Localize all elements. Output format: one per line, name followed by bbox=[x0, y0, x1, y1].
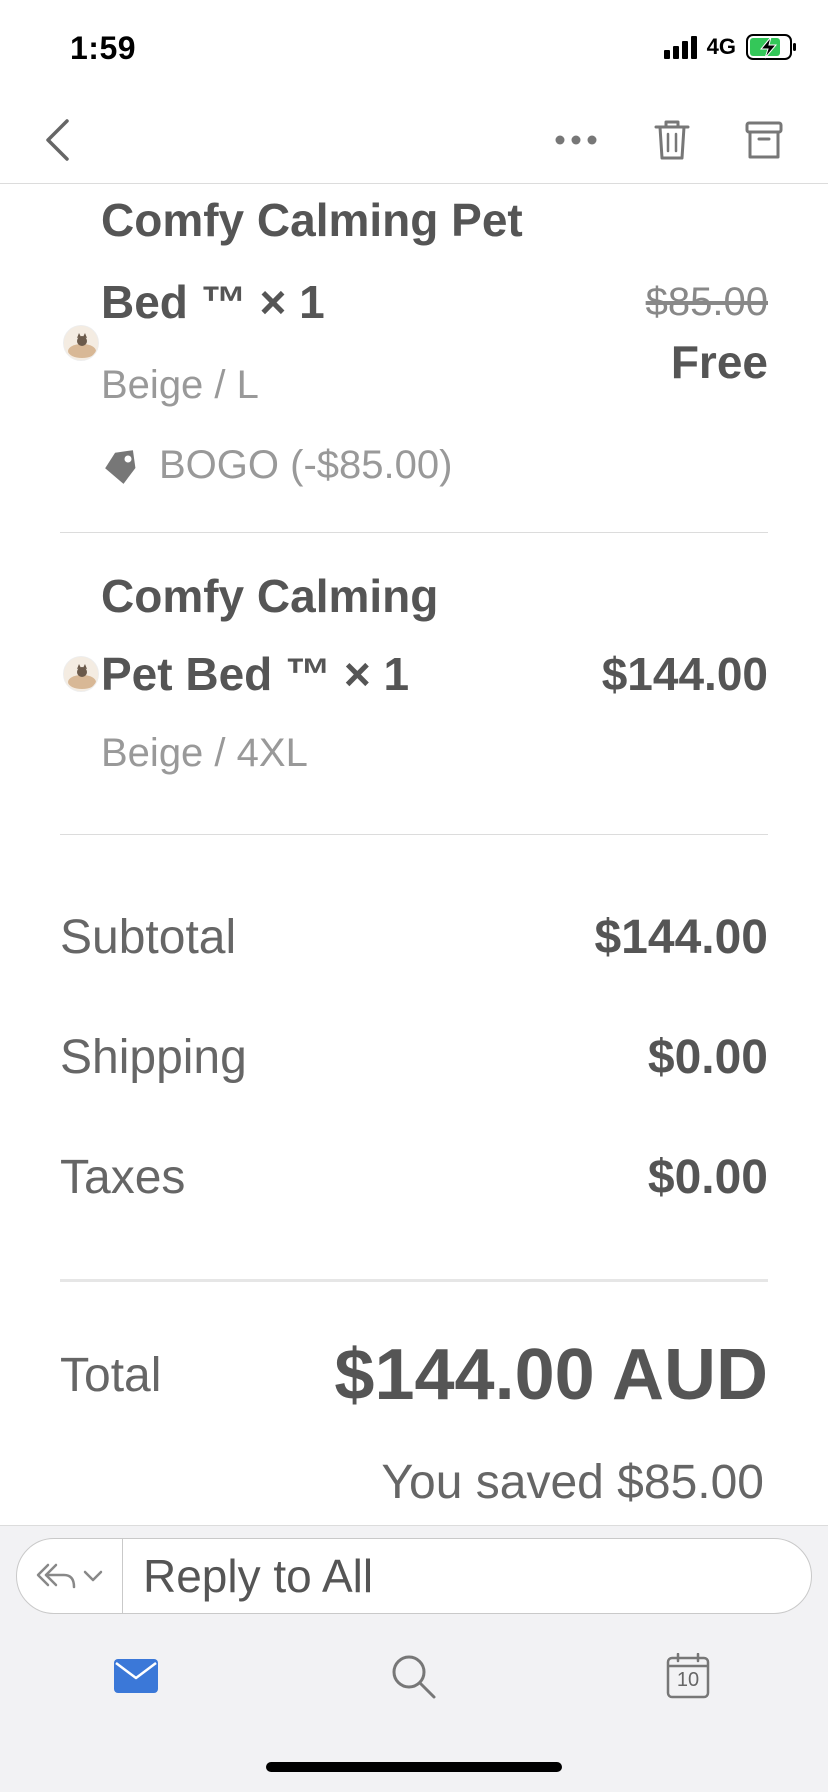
calendar-day: 10 bbox=[676, 1669, 700, 1691]
mail-icon bbox=[114, 1659, 158, 1693]
product-thumbnail bbox=[63, 656, 99, 692]
chevron-left-icon bbox=[46, 119, 69, 161]
discount-text: BOGO (-$85.00) bbox=[159, 443, 453, 487]
trash-icon bbox=[654, 120, 690, 160]
reply-all-icon bbox=[36, 1563, 75, 1589]
tab-bar: 10 bbox=[0, 1636, 828, 1716]
more-horizontal-icon bbox=[555, 135, 597, 145]
signal-icon bbox=[663, 35, 697, 59]
order-item: Comfy Calming Pet Bed ™ × 1 $144.00 Beig… bbox=[60, 561, 768, 861]
email-body: Comfy Calming Pet Bed ™ × 1 $85.00 Free … bbox=[0, 185, 828, 1525]
total-value: $144.00 AUD bbox=[334, 1335, 768, 1415]
tab-mail[interactable] bbox=[96, 1636, 176, 1716]
divider bbox=[60, 834, 768, 835]
subtotal-row: Subtotal $144.00 bbox=[60, 905, 768, 969]
subtotal-value: $144.00 bbox=[594, 910, 768, 964]
total-label: Total bbox=[60, 1348, 162, 1402]
archive-icon bbox=[745, 121, 783, 159]
reply-box: Reply to All bbox=[16, 1538, 812, 1614]
chevron-down-icon bbox=[83, 1570, 102, 1582]
search-icon bbox=[392, 1655, 436, 1699]
divider bbox=[60, 1279, 768, 1282]
archive-button[interactable] bbox=[734, 110, 794, 170]
taxes-row: Taxes $0.00 bbox=[60, 1145, 768, 1209]
item-price: $144.00 bbox=[601, 648, 768, 700]
battery-charging-icon bbox=[746, 34, 798, 60]
item-name-line1: Comfy Calming Pet bbox=[101, 194, 523, 246]
item-variant: Beige / 4XL bbox=[101, 731, 308, 775]
taxes-value: $0.00 bbox=[647, 1150, 768, 1204]
delete-button[interactable] bbox=[642, 110, 702, 170]
back-button[interactable] bbox=[28, 110, 88, 170]
message-toolbar bbox=[0, 96, 828, 184]
status-time: 1:59 bbox=[70, 30, 137, 66]
status-bar: 1:59 4G bbox=[0, 0, 828, 96]
tab-search[interactable] bbox=[373, 1636, 453, 1716]
product-thumbnail bbox=[63, 325, 99, 361]
item-name-line1: Comfy Calming bbox=[101, 570, 439, 622]
divider bbox=[60, 532, 768, 533]
status-indicators: 4G bbox=[663, 34, 798, 60]
taxes-label: Taxes bbox=[60, 1150, 186, 1204]
more-button[interactable] bbox=[546, 110, 606, 170]
savings-text: You saved $85.00 bbox=[381, 1456, 764, 1509]
calendar-icon: 10 bbox=[666, 1653, 710, 1699]
shipping-label: Shipping bbox=[60, 1030, 247, 1084]
discount-line: BOGO (-$85.00) bbox=[101, 443, 452, 488]
subtotal-label: Subtotal bbox=[60, 910, 237, 964]
total-row: Total $144.00 AUD bbox=[60, 1330, 768, 1420]
item-name-line2: Bed ™ × 1 bbox=[101, 276, 325, 328]
bottom-bar: Reply to All 10 bbox=[0, 1525, 828, 1792]
tag-icon bbox=[105, 449, 136, 484]
shipping-value: $0.00 bbox=[647, 1030, 768, 1084]
network-label: 4G bbox=[706, 34, 736, 59]
order-item: Comfy Calming Pet Bed ™ × 1 $85.00 Free … bbox=[60, 185, 768, 487]
item-price: Free bbox=[670, 336, 768, 388]
reply-type-selector[interactable] bbox=[17, 1539, 123, 1613]
home-indicator bbox=[266, 1762, 562, 1772]
reply-input[interactable]: Reply to All bbox=[123, 1549, 373, 1603]
item-original-price: $85.00 bbox=[645, 280, 768, 324]
shipping-row: Shipping $0.00 bbox=[60, 1025, 768, 1089]
item-variant: Beige / L bbox=[101, 363, 259, 407]
item-name-line2: Pet Bed ™ × 1 bbox=[101, 648, 410, 700]
tab-calendar[interactable]: 10 bbox=[648, 1636, 728, 1716]
